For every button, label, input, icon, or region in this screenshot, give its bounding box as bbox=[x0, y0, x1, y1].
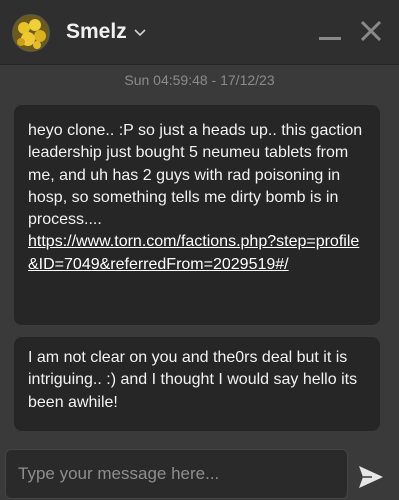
message-bubble: heyo clone.. :P so just a heads up.. thi… bbox=[14, 105, 380, 325]
message-input[interactable] bbox=[5, 449, 348, 499]
message-link[interactable]: https://www.torn.com/factions.php?step=p… bbox=[28, 231, 366, 276]
message-text: heyo clone.. :P so just a heads up.. thi… bbox=[28, 122, 363, 229]
chat-header: Smelz bbox=[0, 0, 399, 64]
send-button[interactable] bbox=[358, 465, 384, 489]
message-text: I am not clear on you and the0rs deal bu… bbox=[28, 349, 358, 411]
send-icon bbox=[359, 466, 383, 488]
close-icon bbox=[360, 20, 382, 42]
minimize-button[interactable] bbox=[318, 22, 344, 42]
minimize-icon bbox=[319, 37, 341, 40]
avatar-image bbox=[13, 15, 49, 51]
message-bubble: I am not clear on you and the0rs deal bu… bbox=[14, 337, 380, 431]
user-name-dropdown[interactable]: Smelz bbox=[66, 20, 146, 44]
message-composer bbox=[0, 440, 399, 500]
user-name: Smelz bbox=[66, 20, 127, 43]
close-button[interactable] bbox=[358, 18, 384, 44]
message-timestamp: Sun 04:59:48 - 17/12/23 bbox=[124, 72, 275, 88]
avatar[interactable] bbox=[12, 14, 50, 52]
chevron-down-icon bbox=[134, 29, 146, 37]
